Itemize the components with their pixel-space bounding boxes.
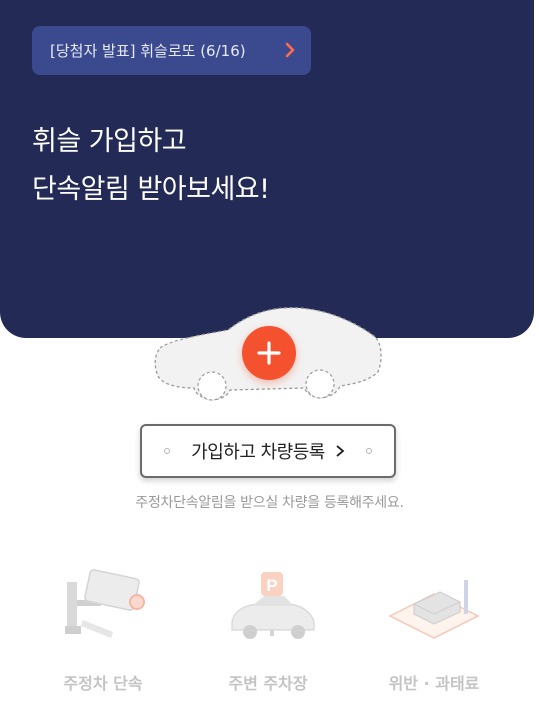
register-helper-text: 주정차단속알림을 받으실 차량을 등록해주세요. [135,495,404,511]
svg-text:P: P [266,576,277,595]
fine-ticket-icon [388,580,480,639]
headline-line-2: 단속알림 받아보세요! [32,174,270,205]
headline: 휘슬 가입하고 단속알림 받아보세요! [32,118,270,214]
register-button-label: 가입하고 차량등록 [191,442,325,463]
menu-violation-fines[interactable]: 위반 · 과태료 [359,560,509,700]
hero-banner: [당첨자 발표] 휘슬로또 (6/16) 휘슬 가입하고 단속알림 받아보세요! [0,0,534,338]
menu-label: 주변 주차장 [228,674,308,693]
plus-icon [257,341,281,365]
decor-dot-left [164,448,170,454]
chevron-right-icon [336,445,345,457]
add-vehicle-button[interactable] [242,326,296,380]
menu-nearby-parking[interactable]: P 주변 주차장 [193,560,343,700]
register-vehicle-button[interactable]: 가입하고 차량등록 [140,424,396,478]
notice-text: [당첨자 발표] 휘슬로또 (6/16) [50,42,246,60]
menu-label: 주정차 단속 [63,674,143,693]
parking-car-icon: P [231,572,315,639]
menu-label: 위반 · 과태료 [388,674,480,693]
headline-line-1: 휘슬 가입하고 [32,126,187,157]
winner-notice-banner[interactable]: [당첨자 발표] 휘슬로또 (6/16) [32,26,311,75]
menu-parking-enforcement[interactable]: 주정차 단속 [28,560,178,700]
decor-dot-right [366,448,372,454]
chevron-right-icon [285,42,295,58]
cctv-camera-icon [65,569,145,638]
